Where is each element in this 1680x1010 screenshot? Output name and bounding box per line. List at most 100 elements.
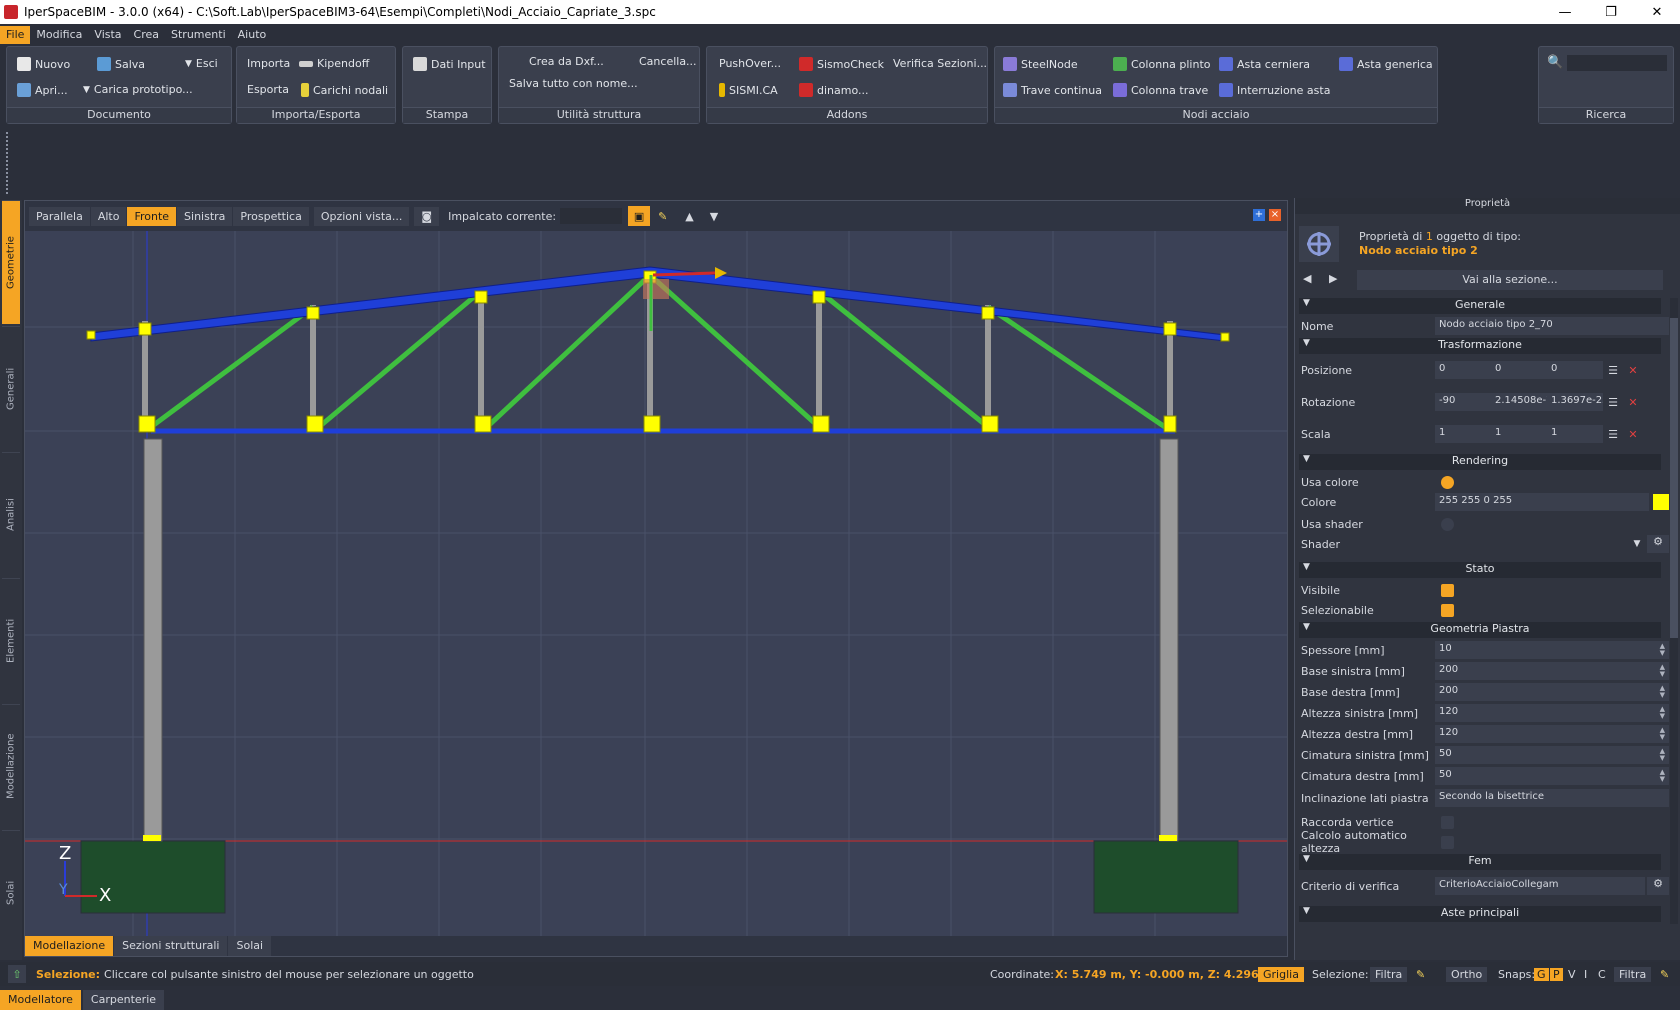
pos-y-field[interactable]: 0 <box>1491 361 1547 379</box>
colonna-trave-button[interactable]: Colonna trave <box>1113 83 1208 97</box>
apri-button[interactable]: Apri... <box>17 83 68 97</box>
tab-prospettica[interactable]: Prospettica <box>233 206 309 226</box>
color-swatch[interactable] <box>1653 494 1669 510</box>
toolbar-handle[interactable] <box>6 132 10 194</box>
arrow-down-icon[interactable]: ▼ <box>710 210 718 223</box>
reset-icon[interactable]: ✕ <box>1623 428 1643 441</box>
sismica-button[interactable]: SISMI.CA <box>719 83 778 97</box>
node-plate[interactable] <box>306 306 320 320</box>
column-left[interactable] <box>143 438 163 842</box>
sidetab-solai[interactable]: Solai <box>2 830 20 954</box>
opzioni-vista-button[interactable]: Opzioni vista... <box>313 206 410 226</box>
base-plate[interactable] <box>143 835 161 841</box>
node-plate[interactable] <box>138 415 156 433</box>
reset-icon[interactable]: ✕ <box>1623 396 1643 409</box>
verifica-sezioni-button[interactable]: Verifica Sezioni... <box>893 57 987 70</box>
node-plate[interactable] <box>1163 322 1177 336</box>
spinner-icon[interactable]: ▲ ▼ <box>1660 748 1665 762</box>
cimatura-sinistra-field[interactable]: 50 ▲ ▼ <box>1435 746 1669 764</box>
settings-icon[interactable]: ⚙ <box>1647 877 1669 895</box>
footing-right[interactable] <box>1093 840 1239 914</box>
selezionabile-checkbox[interactable] <box>1441 603 1454 617</box>
section-trasformazione[interactable]: Trasformazione <box>1299 338 1661 354</box>
section-geometria-piastra[interactable]: Geometria Piastra <box>1299 622 1661 638</box>
arrow-up-icon[interactable]: ▲ <box>685 210 693 223</box>
menu-file[interactable]: File <box>0 26 31 44</box>
maximize-button[interactable]: ❐ <box>1588 0 1634 24</box>
close-view-icon[interactable]: × <box>1269 209 1281 221</box>
inclinazione-select[interactable]: Secondo la bisettrice <box>1435 789 1669 807</box>
carica-prototipo-button[interactable]: ▼ Carica prototipo... <box>83 83 193 96</box>
list-icon[interactable]: ☰ <box>1603 428 1623 441</box>
importa-button[interactable]: Importa <box>247 57 290 70</box>
node-plate[interactable] <box>981 306 995 320</box>
impalcato-select[interactable] <box>560 208 623 224</box>
menu-crea[interactable]: Crea <box>128 26 165 44</box>
steelnode-button[interactable]: SteelNode <box>1003 57 1078 71</box>
nuovo-button[interactable]: Nuovo <box>17 57 70 71</box>
section-fem[interactable]: Fem <box>1299 854 1661 870</box>
section-rendering[interactable]: Rendering <box>1299 454 1661 470</box>
spinner-icon[interactable]: ▲ ▼ <box>1660 643 1665 657</box>
altezza-destra-field[interactable]: 120 ▲ ▼ <box>1435 725 1669 743</box>
model-canvas[interactable]: Z Y X <box>25 231 1287 936</box>
kipendoff-button[interactable]: Kipendoff <box>299 57 369 70</box>
sidetab-analisi[interactable]: Analisi <box>2 452 20 576</box>
tab-fronte[interactable]: Fronte <box>127 206 177 226</box>
arrow-up-icon[interactable]: ⇧ <box>8 965 26 983</box>
section-aste-principali[interactable]: Aste principali <box>1299 906 1661 922</box>
calcolo-checkbox[interactable] <box>1441 835 1454 849</box>
snap-i-toggle[interactable]: I <box>1584 968 1587 981</box>
spinner-icon[interactable]: ▲ ▼ <box>1660 769 1665 783</box>
raccorda-checkbox[interactable] <box>1441 815 1454 829</box>
dinamo-button[interactable]: dinamo... <box>799 83 869 97</box>
criterio-select[interactable]: CriterioAcciaioCollegam <box>1435 877 1645 895</box>
scale-z-field[interactable]: 1 <box>1547 425 1603 443</box>
snap-p-toggle[interactable]: P <box>1550 967 1563 981</box>
tab-modellatore[interactable]: Modellatore <box>0 990 81 1010</box>
sidetab-elementi[interactable]: Elementi <box>2 578 20 702</box>
filtra-button[interactable]: Filtra <box>1370 966 1408 982</box>
settings-icon[interactable]: ⚙ <box>1647 535 1669 553</box>
snap-g-toggle[interactable]: G <box>1534 967 1549 981</box>
diagonal-member[interactable] <box>648 273 821 429</box>
add-view-icon[interactable]: + <box>1253 209 1265 221</box>
pos-z-field[interactable]: 0 <box>1547 361 1603 379</box>
usa-shader-toggle[interactable] <box>1441 517 1454 531</box>
node-plate[interactable] <box>138 322 152 336</box>
visibile-checkbox[interactable] <box>1441 583 1454 597</box>
node-plate[interactable] <box>86 330 96 340</box>
search-input[interactable] <box>1567 55 1667 71</box>
esci-button[interactable]: ▼ Esci <box>185 57 218 70</box>
panel-scrollbar[interactable] <box>1670 298 1678 924</box>
base-destra-field[interactable]: 200 ▲ ▼ <box>1435 683 1669 701</box>
asta-generica-button[interactable]: Asta generica <box>1339 57 1433 71</box>
esporta-button[interactable]: Esporta <box>247 83 289 96</box>
chevron-down-icon[interactable]: ▼ <box>1627 539 1647 549</box>
lock-icon[interactable]: ▣ <box>628 206 651 226</box>
goto-section-select[interactable]: Vai alla sezione... <box>1357 270 1663 290</box>
minimize-button[interactable]: — <box>1542 0 1588 24</box>
camera-icon[interactable]: ◙ <box>414 206 440 226</box>
node-plate[interactable] <box>643 415 661 433</box>
node-plate[interactable] <box>474 415 492 433</box>
spinner-icon[interactable]: ▲ ▼ <box>1660 685 1665 699</box>
list-icon[interactable]: ☰ <box>1603 396 1623 409</box>
section-generale[interactable]: Generale <box>1299 298 1661 314</box>
diagonal-member[interactable] <box>485 273 652 429</box>
sidetab-generali[interactable]: Generali <box>2 326 20 450</box>
interruzione-asta-button[interactable]: Interruzione asta <box>1219 83 1330 97</box>
salva-button[interactable]: Salva <box>97 57 145 71</box>
list-icon[interactable]: ☰ <box>1603 364 1623 377</box>
tab-sinistra[interactable]: Sinistra <box>177 206 233 226</box>
salva-tutto-button[interactable]: Salva tutto con nome... <box>509 77 638 90</box>
top-chord[interactable] <box>90 266 1226 342</box>
tab-modellazione[interactable]: Modellazione <box>25 936 114 956</box>
node-plate[interactable] <box>812 290 826 304</box>
wrench-icon[interactable]: ✎ <box>1660 968 1669 981</box>
node-plate[interactable] <box>1220 332 1230 342</box>
rot-x-field[interactable]: -90 <box>1435 393 1491 411</box>
menu-strumenti[interactable]: Strumenti <box>165 26 232 44</box>
nome-field[interactable]: Nodo acciaio tipo 2_70 <box>1435 317 1669 335</box>
tab-carpenterie[interactable]: Carpenterie <box>82 990 165 1010</box>
